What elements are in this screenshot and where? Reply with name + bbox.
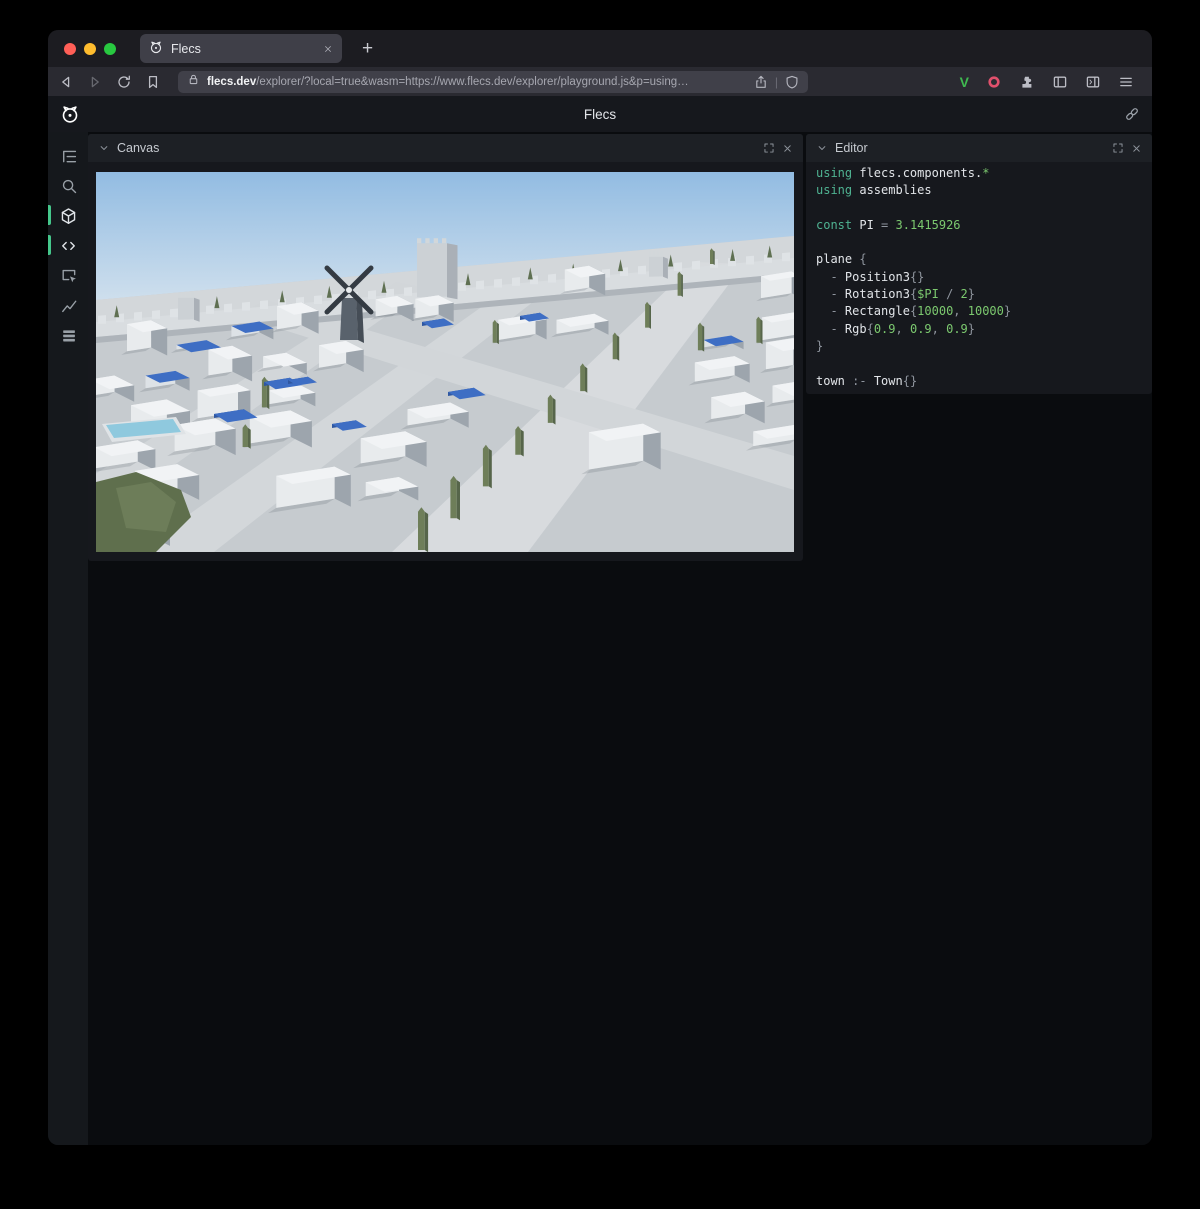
record-extension-icon[interactable] xyxy=(986,74,1002,90)
shield-icon[interactable] xyxy=(785,75,799,89)
zoom-window-button[interactable] xyxy=(104,43,116,55)
page-title: Flecs xyxy=(48,107,1152,122)
code-line: town :- Town{} xyxy=(816,373,1142,390)
url-path: /explorer/?local=true&wasm=https://www.f… xyxy=(256,76,688,88)
code-line: using assemblies xyxy=(816,182,1142,199)
code-line xyxy=(816,234,1142,251)
code-line: - Rectangle{10000, 10000} xyxy=(816,303,1142,320)
expand-icon[interactable] xyxy=(763,142,775,154)
extension-icons: V xyxy=(960,74,1142,90)
browser-titlebar: Flecs + xyxy=(48,30,1152,67)
canvas-panel-header: Canvas xyxy=(88,134,803,162)
tab-overview-icon[interactable] xyxy=(1085,74,1101,90)
forward-button[interactable] xyxy=(87,74,103,90)
sidebar-item-search[interactable] xyxy=(48,170,88,200)
sidebar-item-cube[interactable] xyxy=(48,200,88,230)
url-domain: flecs.dev xyxy=(207,76,256,88)
close-icon[interactable] xyxy=(782,143,793,154)
page-header: Flecs xyxy=(48,96,1152,132)
toolbar-divider: | xyxy=(775,75,778,89)
sidebar-item-chart[interactable] xyxy=(48,290,88,320)
flecs-favicon xyxy=(149,40,163,57)
close-window-button[interactable] xyxy=(64,43,76,55)
sidebar-item-code[interactable] xyxy=(48,230,88,260)
tab-title: Flecs xyxy=(171,42,315,56)
flecs-logo-icon xyxy=(60,104,80,124)
share-icon[interactable] xyxy=(754,75,768,89)
extensions-puzzle-icon[interactable] xyxy=(1019,74,1035,90)
browser-tab[interactable]: Flecs xyxy=(140,34,342,63)
editor-panel-header: Editor xyxy=(806,134,1152,162)
macos-traffic-lights xyxy=(64,43,116,55)
sidebar-toggle-icon[interactable] xyxy=(1052,74,1068,90)
editor-code[interactable]: using flecs.components.*using assemblies… xyxy=(806,162,1152,393)
code-icon xyxy=(60,237,77,254)
canvas-3d-scene[interactable] xyxy=(96,172,794,552)
chevron-down-icon[interactable] xyxy=(816,142,828,154)
flecs-explorer-page: Flecs Canvas xyxy=(48,96,1152,1145)
code-line: using flecs.components.* xyxy=(816,165,1142,182)
active-indicator xyxy=(48,235,51,255)
share-link-icon[interactable] xyxy=(1124,106,1140,122)
sidebar-item-table[interactable] xyxy=(48,320,88,350)
canvas-panel-title: Canvas xyxy=(117,141,159,155)
tab-close-icon[interactable] xyxy=(323,44,333,54)
chart-icon xyxy=(60,297,77,314)
code-line xyxy=(816,355,1142,372)
code-line: const PI = 3.1415926 xyxy=(816,217,1142,234)
url-bar[interactable]: flecs.dev/explorer/?local=true&wasm=http… xyxy=(178,71,808,93)
browser-toolbar: flecs.dev/explorer/?local=true&wasm=http… xyxy=(48,67,1152,96)
entity-tree-icon xyxy=(60,147,77,164)
code-line: - Rotation3{$PI / 2} xyxy=(816,286,1142,303)
table-icon xyxy=(60,327,77,344)
inspect-icon xyxy=(60,267,77,284)
reload-button[interactable] xyxy=(116,74,132,90)
sidebar-item-entity-tree[interactable] xyxy=(48,140,88,170)
page-body: Canvas xyxy=(48,132,1152,1145)
code-line: - Rgb{0.9, 0.9, 0.9} xyxy=(816,321,1142,338)
close-icon[interactable] xyxy=(1131,143,1142,154)
new-tab-button[interactable]: + xyxy=(362,39,373,58)
code-line: } xyxy=(816,338,1142,355)
left-rail xyxy=(48,132,88,1145)
sidebar-item-inspect[interactable] xyxy=(48,260,88,290)
editor-panel: Editor using flecs.components.*using ass… xyxy=(806,134,1152,394)
canvas-panel: Canvas xyxy=(88,134,803,561)
search-icon xyxy=(60,177,77,194)
url-text: flecs.dev/explorer/?local=true&wasm=http… xyxy=(207,76,747,88)
menu-button[interactable] xyxy=(1118,74,1134,90)
chevron-down-icon[interactable] xyxy=(98,142,110,154)
browser-window: Flecs + flecs.dev/explorer/?local=true&w… xyxy=(48,30,1152,1145)
active-indicator xyxy=(48,205,51,225)
back-button[interactable] xyxy=(58,74,74,90)
vimium-extension-icon[interactable]: V xyxy=(960,74,969,90)
minimize-window-button[interactable] xyxy=(84,43,96,55)
code-line: - Position3{} xyxy=(816,269,1142,286)
lock-icon xyxy=(187,73,200,91)
expand-icon[interactable] xyxy=(1112,142,1124,154)
code-line: plane { xyxy=(816,251,1142,268)
editor-panel-title: Editor xyxy=(835,141,868,155)
bookmark-button[interactable] xyxy=(145,74,161,90)
code-line xyxy=(816,200,1142,217)
cube-icon xyxy=(60,207,77,224)
